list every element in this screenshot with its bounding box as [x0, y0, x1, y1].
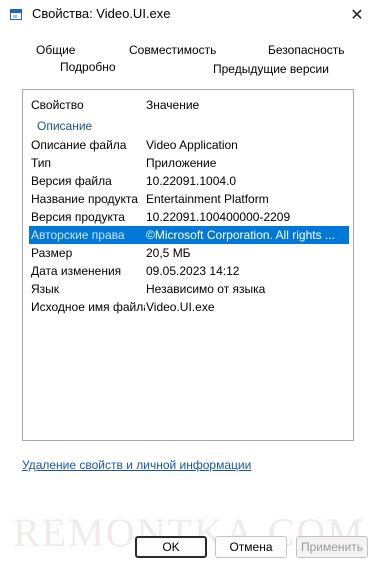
property-value: Независимо от языка — [146, 282, 266, 296]
list-row[interactable]: Название продукта Entertainment Platform — [29, 190, 349, 208]
column-header-value[interactable]: Значение — [146, 96, 349, 114]
property-name: Тип — [31, 156, 52, 170]
list-row[interactable]: Тип Приложение — [29, 154, 349, 172]
cancel-button[interactable]: Отмена — [215, 536, 287, 558]
property-value: 20,5 МБ — [146, 246, 191, 260]
property-value: 09.05.2023 14:12 — [146, 264, 240, 278]
property-value: Приложение — [146, 156, 217, 170]
list-row[interactable]: Размер 20,5 МБ — [29, 244, 349, 262]
ok-button[interactable]: OK — [135, 536, 207, 558]
property-name: Версия файла — [31, 174, 112, 188]
tab-details[interactable]: Подробно — [60, 60, 116, 74]
details-list[interactable]: Свойство Значение Описание Описание файл… — [22, 89, 354, 441]
tab-general[interactable]: Общие — [36, 43, 75, 57]
list-row[interactable]: Версия файла 10.22091.1004.0 — [29, 172, 349, 190]
property-name: Дата изменения — [31, 264, 122, 278]
close-button[interactable]: ✕ — [342, 2, 372, 28]
list-row-selected[interactable]: Авторские права ©Microsoft Corporation. … — [29, 226, 349, 244]
window-icon — [10, 9, 22, 20]
property-name: Версия продукта — [31, 210, 125, 224]
property-value: 10.22091.1004.0 — [146, 174, 237, 188]
list-row[interactable]: Описание файла Video Application — [29, 136, 349, 154]
list-row[interactable]: Исходное имя файла Video.UI.exe — [29, 298, 349, 316]
property-name: Размер — [31, 246, 73, 260]
property-value: ©Microsoft Corporation. All rights ... — [146, 228, 335, 242]
property-name: Язык — [31, 282, 60, 296]
list-row[interactable]: Версия продукта 10.22091.100400000-2209 — [29, 208, 349, 226]
property-name: Название продукта — [31, 192, 138, 206]
title-bar: Свойства: Video.UI.exe ✕ — [0, 0, 378, 30]
column-header-property[interactable]: Свойство — [31, 96, 145, 114]
property-name: Описание файла — [31, 138, 127, 152]
property-value: 10.22091.100400000-2209 — [146, 210, 291, 224]
property-value: Video Application — [146, 138, 238, 152]
list-row[interactable]: Язык Независимо от языка — [29, 280, 349, 298]
tab-compatibility[interactable]: Совместимость — [129, 43, 216, 57]
apply-button[interactable]: Применить — [296, 536, 368, 558]
tab-security[interactable]: Безопасность — [268, 43, 345, 57]
list-header: Свойство Значение — [29, 96, 349, 114]
remove-properties-link[interactable]: Удаление свойств и личной информации — [22, 458, 251, 472]
property-name: Исходное имя файла — [31, 300, 145, 314]
list-row[interactable]: Дата изменения 09.05.2023 14:12 — [29, 262, 349, 280]
property-value: Entertainment Platform — [146, 192, 269, 206]
property-value: Video.UI.exe — [146, 300, 215, 314]
close-icon: ✕ — [350, 7, 364, 24]
window-title: Свойства: Video.UI.exe — [32, 6, 171, 21]
tab-bar: Общие Совместимость Безопасность Подробн… — [0, 38, 378, 82]
section-description: Описание — [37, 119, 93, 133]
property-name: Авторские права — [31, 228, 125, 242]
tab-previous-versions[interactable]: Предыдущие версии — [213, 62, 329, 76]
